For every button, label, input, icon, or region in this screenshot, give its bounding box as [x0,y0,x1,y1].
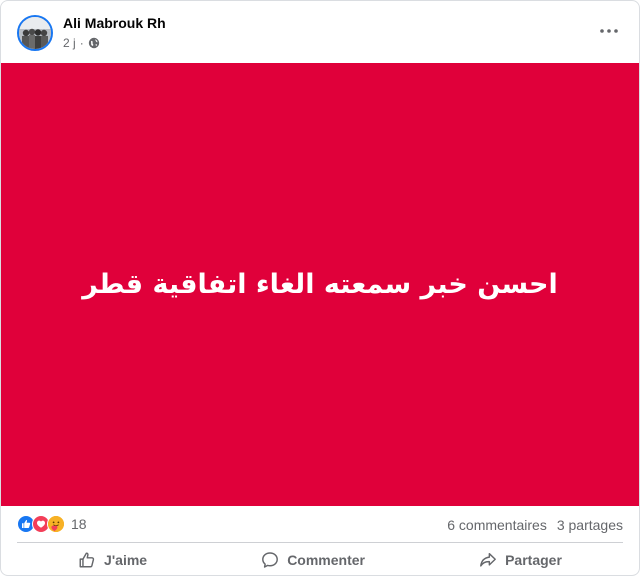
feed-post: Ali Mabrouk Rh 2 j · احسن خبر سمعته الغا… [0,0,640,576]
comment-button[interactable]: Commenter [251,547,375,573]
comment-icon [262,552,279,568]
banner-text: احسن خبر سمعته الغاء اتفاقية قطر [82,269,558,300]
engagement-counts: 6 commentaires 3 partages [447,517,623,533]
share-arrow-icon [480,552,497,567]
post-time[interactable]: 2 j [63,36,76,50]
more-options-button[interactable] [597,23,621,39]
share-label: Partager [505,552,562,568]
post-stats: 18 6 commentaires 3 partages [1,506,639,542]
post-meta: 2 j · [63,36,100,50]
like-label: J'aime [104,552,148,568]
author-name[interactable]: Ali Mabrouk Rh [63,15,166,31]
post-header: Ali Mabrouk Rh 2 j · [1,1,639,63]
post-actions-bar: J'aime Commenter Partager [1,543,639,575]
share-button[interactable]: Partager [469,547,572,573]
like-button[interactable]: J'aime [68,547,157,573]
reactions-summary[interactable]: 18 [17,515,87,533]
comment-label: Commenter [287,552,365,568]
avatar-photo-icon [19,17,51,49]
shares-count[interactable]: 3 partages [557,517,623,533]
thumbs-up-icon [79,552,95,568]
post-text-banner[interactable]: احسن خبر سمعته الغاء اتفاقية قطر [1,63,639,506]
meta-separator: · [79,36,84,50]
comments-count[interactable]: 6 commentaires [447,517,547,533]
care-icon [47,515,65,533]
author-avatar[interactable] [17,15,53,51]
more-horizontal-icon [600,29,618,33]
reaction-count: 18 [71,516,87,532]
globe-icon[interactable] [88,37,100,49]
